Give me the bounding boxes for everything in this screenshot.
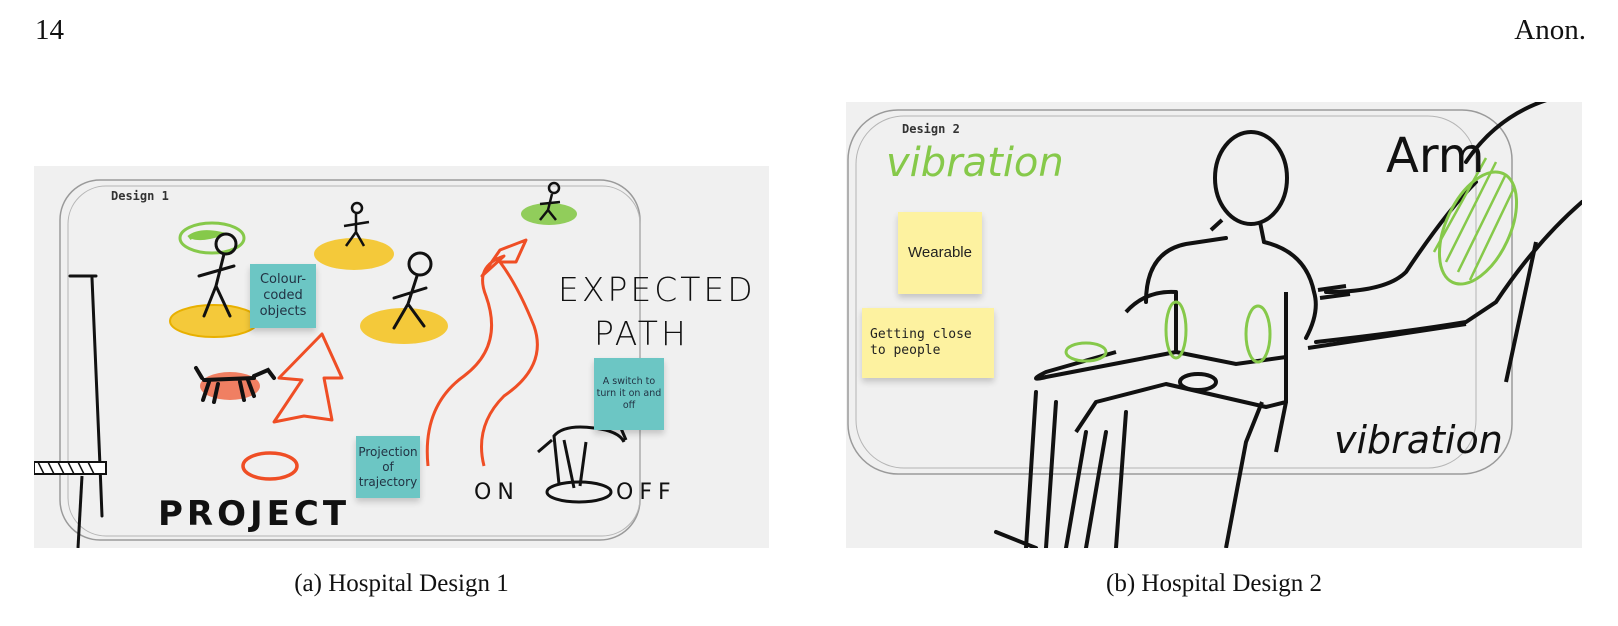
figure-a-caption: (a) Hospital Design 1 xyxy=(294,570,509,597)
handwritten-vibration-bottom: vibration xyxy=(1334,418,1503,462)
figure-a-whiteboard: Design 1 Colour- coded objects Projectio… xyxy=(34,166,769,548)
sticky-wearable[interactable]: Wearable xyxy=(898,212,982,294)
sticky-switch-on-off[interactable]: A switch to turn it on and off xyxy=(594,358,664,430)
handwritten-vibration-top: vibration xyxy=(886,140,1064,186)
sticky-getting-close-to-people[interactable]: Getting close to people xyxy=(862,308,994,378)
handwritten-expected: EXPECTED xyxy=(558,270,756,309)
design-2-frame-label: Design 2 xyxy=(902,122,960,136)
handwritten-off: OFF xyxy=(616,480,677,505)
handwritten-on: ON xyxy=(474,480,520,505)
figure-b-caption: (b) Hospital Design 2 xyxy=(1106,570,1322,597)
design-1-frame-label: Design 1 xyxy=(111,189,169,203)
handwritten-path: PATH xyxy=(594,314,689,353)
page-number: 14 xyxy=(35,14,64,46)
figure-b-whiteboard: Design 2 vibration Arm vibration Wearabl… xyxy=(846,102,1582,548)
running-head-author: Anon. xyxy=(1514,14,1586,46)
handwritten-arm: Arm xyxy=(1386,128,1485,184)
sticky-projection-of-trajectory[interactable]: Projection of trajectory xyxy=(356,436,420,498)
sticky-colour-coded-objects[interactable]: Colour- coded objects xyxy=(250,264,316,328)
handwritten-project: PROJECT xyxy=(158,494,351,534)
